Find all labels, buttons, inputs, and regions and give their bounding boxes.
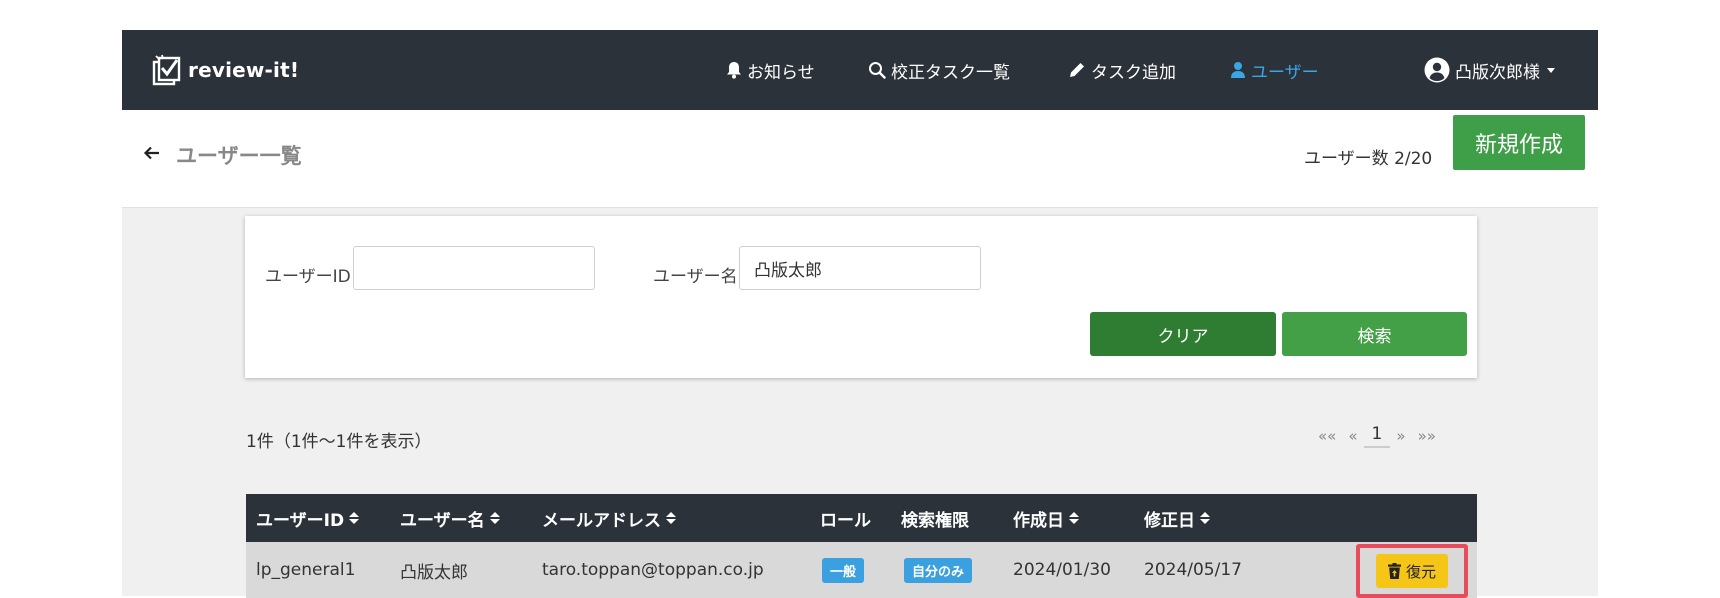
page-first-link[interactable]: «« [1312, 427, 1342, 445]
search-icon [869, 62, 886, 79]
account-menu[interactable]: 凸版次郎様 [1424, 56, 1555, 84]
column-label: 検索権限 [901, 510, 969, 531]
nav-item-task-list[interactable]: 校正タスク一覧 [868, 56, 1010, 84]
column-label: ユーザー名 [400, 510, 485, 531]
page-next-link[interactable]: » [1390, 427, 1411, 445]
result-summary: 1件（1件〜1件を表示） [246, 432, 432, 452]
role-badge: 一般 [822, 557, 865, 583]
user-table: ユーザーID ユーザー名 メールアドレス ロール 検索権限 作成日 修正日 lp… [246, 494, 1477, 598]
sort-icon [489, 512, 500, 524]
column-header-user-name[interactable]: ユーザー名 [400, 494, 500, 542]
column-label: メールアドレス [542, 510, 661, 531]
pagination: «« « 1 » »» [1312, 422, 1442, 450]
nav-item-news[interactable]: お知らせ [726, 56, 815, 84]
app-window: review-it! お知らせ 校正タスク一覧 タスク追加 ユーザー 凸版次郎様… [122, 30, 1598, 598]
restore-highlight: 復元 [1356, 544, 1468, 598]
table-header: ユーザーID ユーザー名 メールアドレス ロール 検索権限 作成日 修正日 [246, 494, 1477, 542]
user-circle-icon [1424, 57, 1450, 83]
column-header-search-permission: 検索権限 [901, 494, 969, 542]
back-arrow-icon[interactable] [142, 143, 162, 163]
sort-icon [349, 512, 360, 524]
nav-item-label: 校正タスク一覧 [891, 62, 1010, 83]
cell-user-id: lp_general1 [256, 560, 356, 580]
search-button[interactable]: 検索 [1282, 312, 1467, 356]
nav-item-label: ユーザー [1251, 62, 1319, 83]
user-name-label: ユーザー名 [653, 267, 738, 287]
trash-restore-icon [1387, 563, 1401, 579]
search-panel: ユーザーID ユーザー名 クリア 検索 [245, 216, 1477, 378]
column-label: 作成日 [1013, 510, 1064, 531]
create-user-button[interactable]: 新規作成 [1453, 115, 1585, 170]
page-last-link[interactable]: »» [1412, 427, 1442, 445]
permission-badge: 自分のみ [904, 557, 973, 583]
top-navbar: review-it! お知らせ 校正タスク一覧 タスク追加 ユーザー 凸版次郎様 [122, 30, 1598, 110]
sort-icon [1069, 512, 1079, 524]
cell-user-name: 凸版太郎 [400, 562, 468, 583]
bell-icon [727, 62, 741, 79]
sort-icon [1200, 512, 1210, 524]
cell-modified: 2024/05/17 [1144, 560, 1242, 580]
cell-search-permission: 自分のみ [904, 542, 973, 598]
sort-icon [666, 512, 676, 524]
user-name-input[interactable] [739, 246, 981, 290]
restore-button[interactable]: 復元 [1376, 554, 1448, 588]
page-header: ユーザー一覧 ユーザー数 2/20 新規作成 [122, 110, 1598, 208]
page-prev-link[interactable]: « [1342, 427, 1363, 445]
logo-icon [152, 54, 181, 86]
column-header-email[interactable]: メールアドレス [542, 494, 676, 542]
nav-item-label: タスク追加 [1091, 62, 1176, 83]
user-icon [1231, 62, 1245, 78]
nav-item-add-task[interactable]: タスク追加 [1068, 56, 1176, 84]
column-header-modified[interactable]: 修正日 [1144, 494, 1210, 542]
cell-email: taro.toppan@toppan.co.jp [542, 560, 764, 580]
column-header-created[interactable]: 作成日 [1013, 494, 1079, 542]
pencil-icon [1070, 63, 1084, 77]
chevron-down-icon [1547, 67, 1555, 73]
brand-name: review-it! [188, 58, 300, 82]
user-count: ユーザー数 2/20 [1304, 149, 1433, 169]
page-current[interactable]: 1 [1363, 424, 1391, 448]
cell-created: 2024/01/30 [1013, 560, 1111, 580]
restore-label: 復元 [1405, 562, 1436, 581]
account-name: 凸版次郎様 [1455, 62, 1540, 83]
column-header-user-id[interactable]: ユーザーID [256, 494, 360, 542]
user-id-input[interactable] [353, 246, 595, 290]
nav-item-users[interactable]: ユーザー [1230, 56, 1319, 84]
column-label: 修正日 [1144, 510, 1195, 531]
brand[interactable]: review-it! [152, 52, 299, 88]
column-label: ロール [820, 510, 871, 531]
column-header-role: ロール [820, 494, 871, 542]
user-id-label: ユーザーID [265, 267, 351, 287]
cell-role: 一般 [822, 542, 865, 598]
table-row: lp_general1 凸版太郎 taro.toppan@toppan.co.j… [246, 542, 1477, 598]
page-title: ユーザー一覧 [176, 144, 302, 168]
nav-item-label: お知らせ [747, 62, 815, 83]
column-label: ユーザーID [256, 510, 345, 531]
clear-button[interactable]: クリア [1090, 312, 1276, 356]
